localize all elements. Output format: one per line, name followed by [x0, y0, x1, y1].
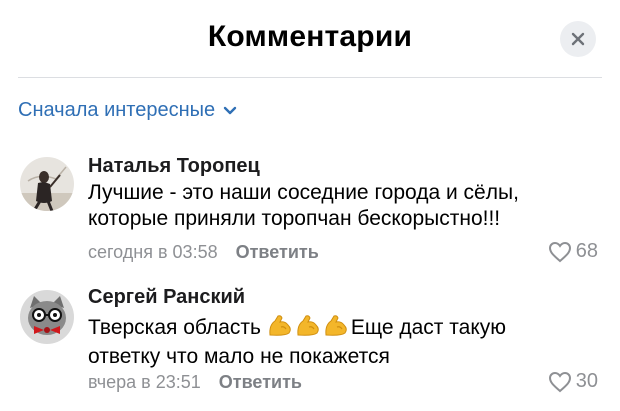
- avatar[interactable]: [20, 290, 74, 344]
- avatar[interactable]: [20, 157, 74, 211]
- comment-author[interactable]: Сергей Ранский: [88, 286, 245, 309]
- reply-button[interactable]: Ответить: [236, 242, 319, 263]
- comment-meta: сегодня в 03:58 Ответить: [88, 242, 319, 263]
- comment-timestamp: сегодня в 03:58: [88, 242, 218, 262]
- page-title: Комментарии: [207, 20, 413, 53]
- like-count: 30: [575, 370, 598, 392]
- comment-text: Лучшие - это наши соседние города и сёлы…: [88, 181, 519, 230]
- header-divider: [18, 77, 602, 78]
- comment-timestamp: вчера в 23:51: [88, 372, 201, 392]
- sort-label: Сначала интересные: [18, 98, 216, 121]
- like-button[interactable]: 30: [548, 370, 598, 393]
- header: Комментарии: [0, 0, 620, 78]
- comment-item: Наталья Торопец Лучшие - это наши соседн…: [0, 150, 620, 270]
- heart-icon: [548, 371, 571, 392]
- comment-author[interactable]: Наталья Торопец: [88, 155, 260, 178]
- flexed-biceps-icon: [267, 313, 293, 344]
- comment-text: Тверская область Еще даст такую ответку …: [88, 313, 608, 370]
- close-button[interactable]: [560, 21, 596, 57]
- flexed-biceps-icon: [295, 313, 321, 344]
- comment-item: Сергей Ранский Тверская область Еще даст…: [0, 282, 620, 407]
- comments-sheet: Комментарии Сначала интересные Наталья Т…: [0, 0, 620, 411]
- reply-button[interactable]: Ответить: [219, 372, 302, 393]
- chevron-down-icon: [223, 106, 237, 115]
- sort-dropdown[interactable]: Сначала интересные: [18, 96, 237, 124]
- close-icon: [571, 32, 585, 46]
- like-count: 68: [575, 240, 598, 262]
- flexed-biceps-icon: [323, 313, 349, 344]
- like-button[interactable]: 68: [548, 240, 598, 263]
- heart-icon: [548, 241, 571, 262]
- comment-meta: вчера в 23:51 Ответить: [88, 372, 302, 393]
